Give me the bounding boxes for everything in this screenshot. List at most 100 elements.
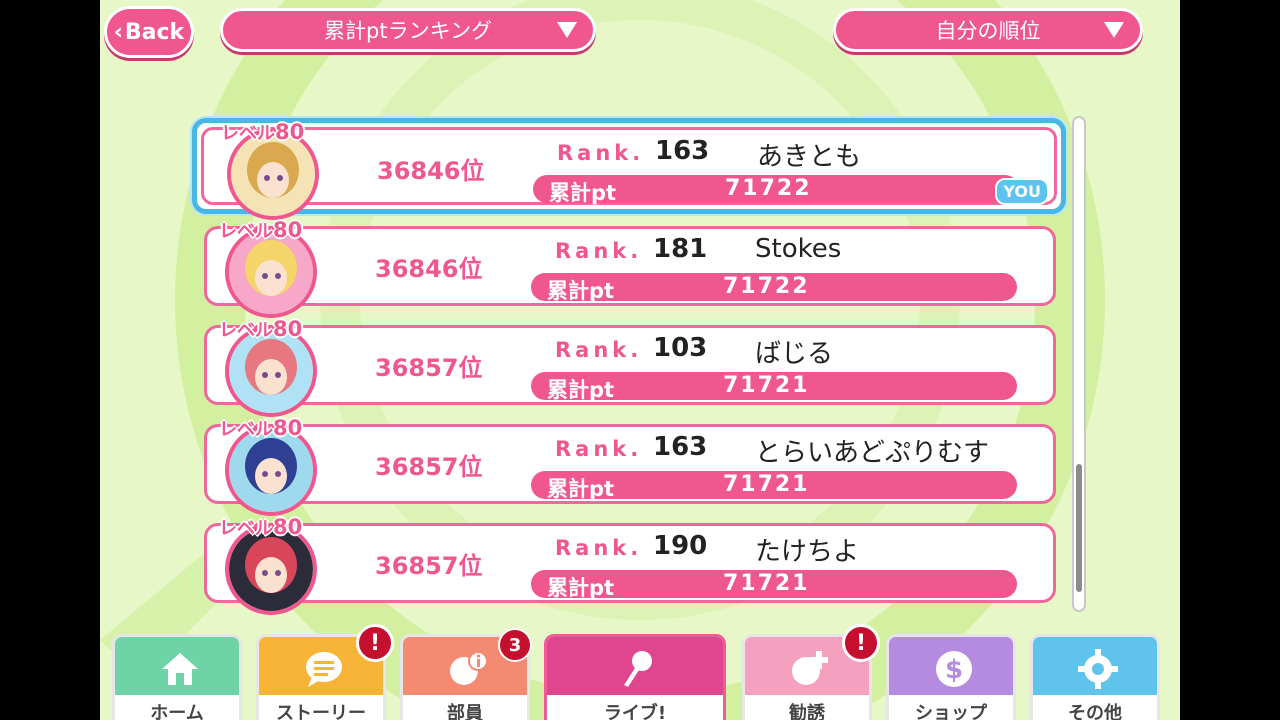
ranking-row[interactable]: レベル80 36857位 Rank. 190 たけちよ 累計pt 71721	[204, 515, 1056, 615]
player-name: とらいあどぷりむす	[755, 438, 990, 468]
live-microphone-icon	[618, 649, 658, 689]
player-name: Stokes	[755, 234, 842, 264]
ranking-row[interactable]: レベル80 36857位 Rank. 163 とらいあどぷりむす 累計pt 71…	[204, 416, 1056, 516]
nav-tab-color: $	[889, 637, 1013, 695]
scrollbar[interactable]	[1072, 116, 1086, 612]
level-prefix: レベル	[219, 419, 273, 440]
level-number: 80	[273, 416, 303, 440]
level-number: 80	[273, 218, 303, 242]
you-badge: YOU	[995, 178, 1049, 205]
nav-tab-label: ショップ	[889, 695, 1013, 720]
scrollbar-thumb[interactable]	[1076, 464, 1082, 592]
ranking-type-dropdown[interactable]: 累計ptランキング	[220, 8, 596, 52]
svg-text:$: $	[945, 655, 963, 685]
speech-bubble-icon	[304, 649, 344, 689]
rank-label: Rank.	[555, 536, 643, 560]
notification-badge: !	[842, 624, 880, 662]
nav-tab-label: 勧誘	[745, 695, 869, 720]
chevron-left-icon: ‹	[113, 19, 123, 45]
nav-tab-label: 部員	[403, 695, 527, 720]
nav-tab-recruit-plus[interactable]: 勧誘 !	[742, 624, 880, 720]
ranking-row[interactable]: レベル80 36846位 Rank. 181 Stokes 累計pt 71722	[204, 218, 1056, 318]
player-name: たけちよ	[755, 537, 860, 567]
nav-tab-label: ホーム	[115, 695, 239, 720]
nav-tab-frame: ホーム	[112, 634, 242, 720]
level-label: レベル80	[219, 316, 302, 342]
points-bar: 累計pt 71721	[531, 372, 1017, 402]
member-info-icon	[448, 649, 488, 689]
player-rank: 103	[653, 333, 708, 363]
overall-position: 36857位	[375, 453, 483, 481]
gear-icon	[1078, 649, 1118, 689]
level-prefix: レベル	[221, 123, 275, 144]
level-prefix: レベル	[219, 221, 273, 242]
overall-position: 36846位	[377, 157, 485, 185]
position-dropdown-label: 自分の順位	[935, 19, 1041, 43]
nav-tab-label: その他	[1033, 695, 1157, 720]
player-rank: 190	[653, 531, 708, 561]
back-button[interactable]: ‹ Back	[104, 6, 194, 58]
points-label: 累計pt	[547, 279, 615, 303]
level-number: 80	[273, 317, 303, 341]
player-rank: 163	[653, 432, 708, 462]
rank-label: Rank.	[555, 437, 643, 461]
overall-position: 36857位	[375, 552, 483, 580]
level-label: レベル80	[221, 119, 304, 145]
level-label: レベル80	[219, 415, 302, 441]
nav-tab-color	[1033, 637, 1157, 695]
nav-tab-member-info[interactable]: 部員 3	[400, 628, 532, 720]
points-bar: 累計pt 71722	[533, 175, 1019, 205]
nav-tab-color	[115, 637, 239, 695]
back-label: Back	[124, 19, 185, 45]
count-badge: 3	[498, 628, 532, 662]
points-bar: 累計pt 71722	[531, 273, 1017, 303]
nav-tab-dollar-coin[interactable]: $ ショップ	[886, 634, 1016, 720]
points-value: 71722	[725, 176, 812, 201]
nav-tab-speech-bubble[interactable]: ストーリー !	[256, 624, 394, 720]
nav-tab-label: ライブ!	[547, 695, 723, 720]
level-label: レベル80	[219, 514, 302, 540]
level-number: 80	[273, 515, 303, 539]
ranking-row[interactable]: レベル80 36857位 Rank. 103 ばじる 累計pt 71721	[204, 317, 1056, 417]
nav-tab-gear[interactable]: その他	[1030, 634, 1160, 720]
recruit-plus-icon	[790, 649, 830, 689]
nav-tab-frame: ライブ!	[544, 634, 726, 720]
nav-tab-frame: その他	[1030, 634, 1160, 720]
nav-tab-label: ストーリー	[259, 695, 383, 720]
position-dropdown[interactable]: 自分の順位	[833, 8, 1143, 52]
level-number: 80	[275, 120, 305, 144]
points-bar: 累計pt 71721	[531, 471, 1017, 501]
overall-position: 36857位	[375, 354, 483, 382]
player-name: ばじる	[755, 339, 834, 369]
rank-label: Rank.	[555, 239, 643, 263]
rank-label: Rank.	[557, 141, 645, 165]
nav-tab-home[interactable]: ホーム	[112, 634, 242, 720]
overall-position: 36846位	[375, 255, 483, 283]
dropdown-arrow-icon	[557, 22, 577, 38]
points-bar: 累計pt 71721	[531, 570, 1017, 600]
home-icon	[160, 649, 200, 689]
points-value: 71721	[723, 373, 810, 398]
dollar-coin-icon: $	[934, 649, 974, 689]
points-value: 71721	[723, 472, 810, 497]
level-prefix: レベル	[219, 320, 273, 341]
points-label: 累計pt	[547, 378, 615, 402]
nav-tab-frame: $ ショップ	[886, 634, 1016, 720]
player-rank: 163	[655, 136, 710, 166]
dropdown-arrow-icon	[1104, 22, 1124, 38]
nav-tab-live-microphone[interactable]: ライブ!	[544, 634, 726, 720]
ranking-type-label: 累計ptランキング	[324, 19, 492, 43]
level-prefix: レベル	[219, 518, 273, 539]
rank-label: Rank.	[555, 338, 643, 362]
points-value: 71722	[723, 274, 810, 299]
level-label: レベル80	[219, 217, 302, 243]
notification-badge: !	[356, 624, 394, 662]
points-label: 累計pt	[549, 181, 617, 205]
points-label: 累計pt	[547, 477, 615, 501]
game-screen: ‹ Back 累計ptランキング 自分の順位 レベル80 36846位 Rank…	[100, 0, 1180, 720]
nav-tab-color	[547, 637, 723, 695]
points-value: 71721	[723, 571, 810, 596]
player-rank: 181	[653, 234, 708, 264]
points-label: 累計pt	[547, 576, 615, 600]
ranking-row[interactable]: レベル80 36846位 Rank. 163 あきとも 累計pt 71722 Y…	[192, 118, 1066, 220]
